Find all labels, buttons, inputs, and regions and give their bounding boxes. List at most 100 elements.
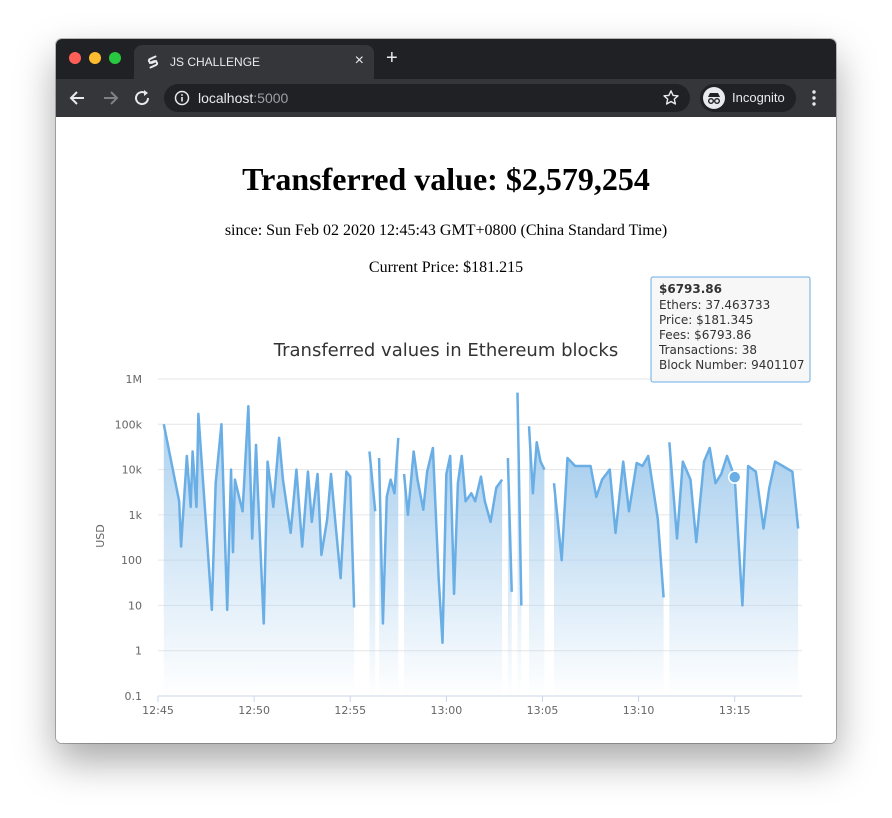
data-point[interactable]: [189, 505, 192, 508]
data-point[interactable]: [330, 472, 333, 475]
data-point[interactable]: [412, 450, 415, 453]
data-point[interactable]: [437, 577, 440, 580]
data-point[interactable]: [185, 454, 188, 457]
data-point[interactable]: [205, 523, 208, 526]
data-point[interactable]: [695, 541, 698, 544]
data-point[interactable]: [241, 510, 244, 513]
browser-tab[interactable]: JS CHALLENGE ×: [134, 45, 374, 79]
data-point[interactable]: [535, 441, 538, 444]
data-point[interactable]: [656, 518, 659, 521]
data-point[interactable]: [510, 590, 513, 593]
data-point[interactable]: [495, 486, 498, 489]
data-point[interactable]: [708, 446, 711, 449]
data-point[interactable]: [233, 478, 236, 481]
data-point[interactable]: [295, 468, 298, 471]
back-arrow-icon[interactable]: [68, 88, 88, 108]
data-point[interactable]: [226, 608, 229, 611]
data-point[interactable]: [397, 436, 400, 439]
data-point[interactable]: [289, 531, 292, 534]
window-minimize-button[interactable]: [89, 52, 101, 64]
data-point[interactable]: [191, 450, 194, 453]
data-point[interactable]: [595, 495, 598, 498]
data-point[interactable]: [566, 457, 569, 460]
data-point[interactable]: [247, 405, 250, 408]
data-point[interactable]: [301, 545, 304, 548]
data-point[interactable]: [489, 520, 492, 523]
data-point[interactable]: [479, 475, 482, 478]
data-point[interactable]: [714, 482, 717, 485]
data-point[interactable]: [180, 545, 183, 548]
tab-close-icon[interactable]: ×: [355, 52, 364, 70]
data-point[interactable]: [676, 537, 679, 540]
data-point[interactable]: [464, 500, 467, 503]
data-point[interactable]: [310, 520, 313, 523]
data-point[interactable]: [539, 460, 542, 463]
data-point[interactable]: [210, 608, 213, 611]
info-icon[interactable]: [174, 90, 190, 106]
data-point[interactable]: [635, 461, 638, 464]
data-point[interactable]: [689, 478, 692, 481]
data-point[interactable]: [445, 472, 448, 475]
address-bar[interactable]: localhost:5000: [164, 84, 690, 112]
data-point[interactable]: [426, 470, 429, 473]
data-point[interactable]: [791, 470, 794, 473]
data-point[interactable]: [220, 423, 223, 426]
data-point[interactable]: [460, 454, 463, 457]
data-point[interactable]: [553, 482, 556, 485]
data-point[interactable]: [320, 553, 323, 556]
data-point[interactable]: [668, 441, 671, 444]
more-menu-icon[interactable]: [808, 89, 820, 107]
data-point[interactable]: [574, 464, 577, 467]
data-point[interactable]: [266, 460, 269, 463]
forward-arrow-icon[interactable]: [100, 88, 120, 108]
data-point[interactable]: [774, 460, 777, 463]
data-point[interactable]: [543, 468, 546, 471]
data-point[interactable]: [353, 606, 356, 609]
data-point[interactable]: [416, 478, 419, 481]
data-point[interactable]: [647, 454, 650, 457]
data-point[interactable]: [608, 468, 611, 471]
data-point[interactable]: [483, 500, 486, 503]
data-point[interactable]: [230, 468, 233, 471]
data-point[interactable]: [470, 492, 473, 495]
data-point[interactable]: [306, 470, 309, 473]
data-point[interactable]: [601, 478, 604, 481]
data-point[interactable]: [251, 537, 254, 540]
data-point[interactable]: [281, 478, 284, 481]
data-point[interactable]: [403, 472, 406, 475]
data-point[interactable]: [579, 464, 582, 467]
data-point[interactable]: [614, 531, 617, 534]
data-point[interactable]: [627, 510, 630, 513]
data-point[interactable]: [641, 464, 644, 467]
data-point[interactable]: [393, 492, 396, 495]
window-maximize-button[interactable]: [109, 52, 121, 64]
data-point[interactable]: [326, 518, 329, 521]
data-point[interactable]: [178, 500, 181, 503]
data-point[interactable]: [781, 464, 784, 467]
data-point[interactable]: [560, 559, 563, 562]
data-point[interactable]: [528, 425, 531, 428]
new-tab-button[interactable]: +: [386, 48, 398, 68]
data-point[interactable]: [278, 436, 281, 439]
data-point[interactable]: [797, 527, 800, 530]
data-point[interactable]: [531, 492, 534, 495]
data-point[interactable]: [453, 592, 456, 595]
data-point[interactable]: [231, 551, 234, 554]
data-point[interactable]: [726, 454, 729, 457]
data-point[interactable]: [262, 622, 265, 625]
data-point[interactable]: [516, 391, 519, 394]
data-point[interactable]: [385, 495, 388, 498]
data-point[interactable]: [162, 423, 165, 426]
data-point[interactable]: [381, 622, 384, 625]
incognito-indicator[interactable]: Incognito: [700, 84, 796, 112]
data-point[interactable]: [754, 470, 757, 473]
data-point[interactable]: [255, 443, 258, 446]
data-point[interactable]: [333, 515, 336, 518]
data-point[interactable]: [389, 478, 392, 481]
data-point[interactable]: [506, 457, 509, 460]
data-point[interactable]: [406, 513, 409, 516]
data-point[interactable]: [456, 482, 459, 485]
data-point[interactable]: [345, 470, 348, 473]
data-point[interactable]: [422, 508, 425, 511]
data-point[interactable]: [747, 464, 750, 467]
